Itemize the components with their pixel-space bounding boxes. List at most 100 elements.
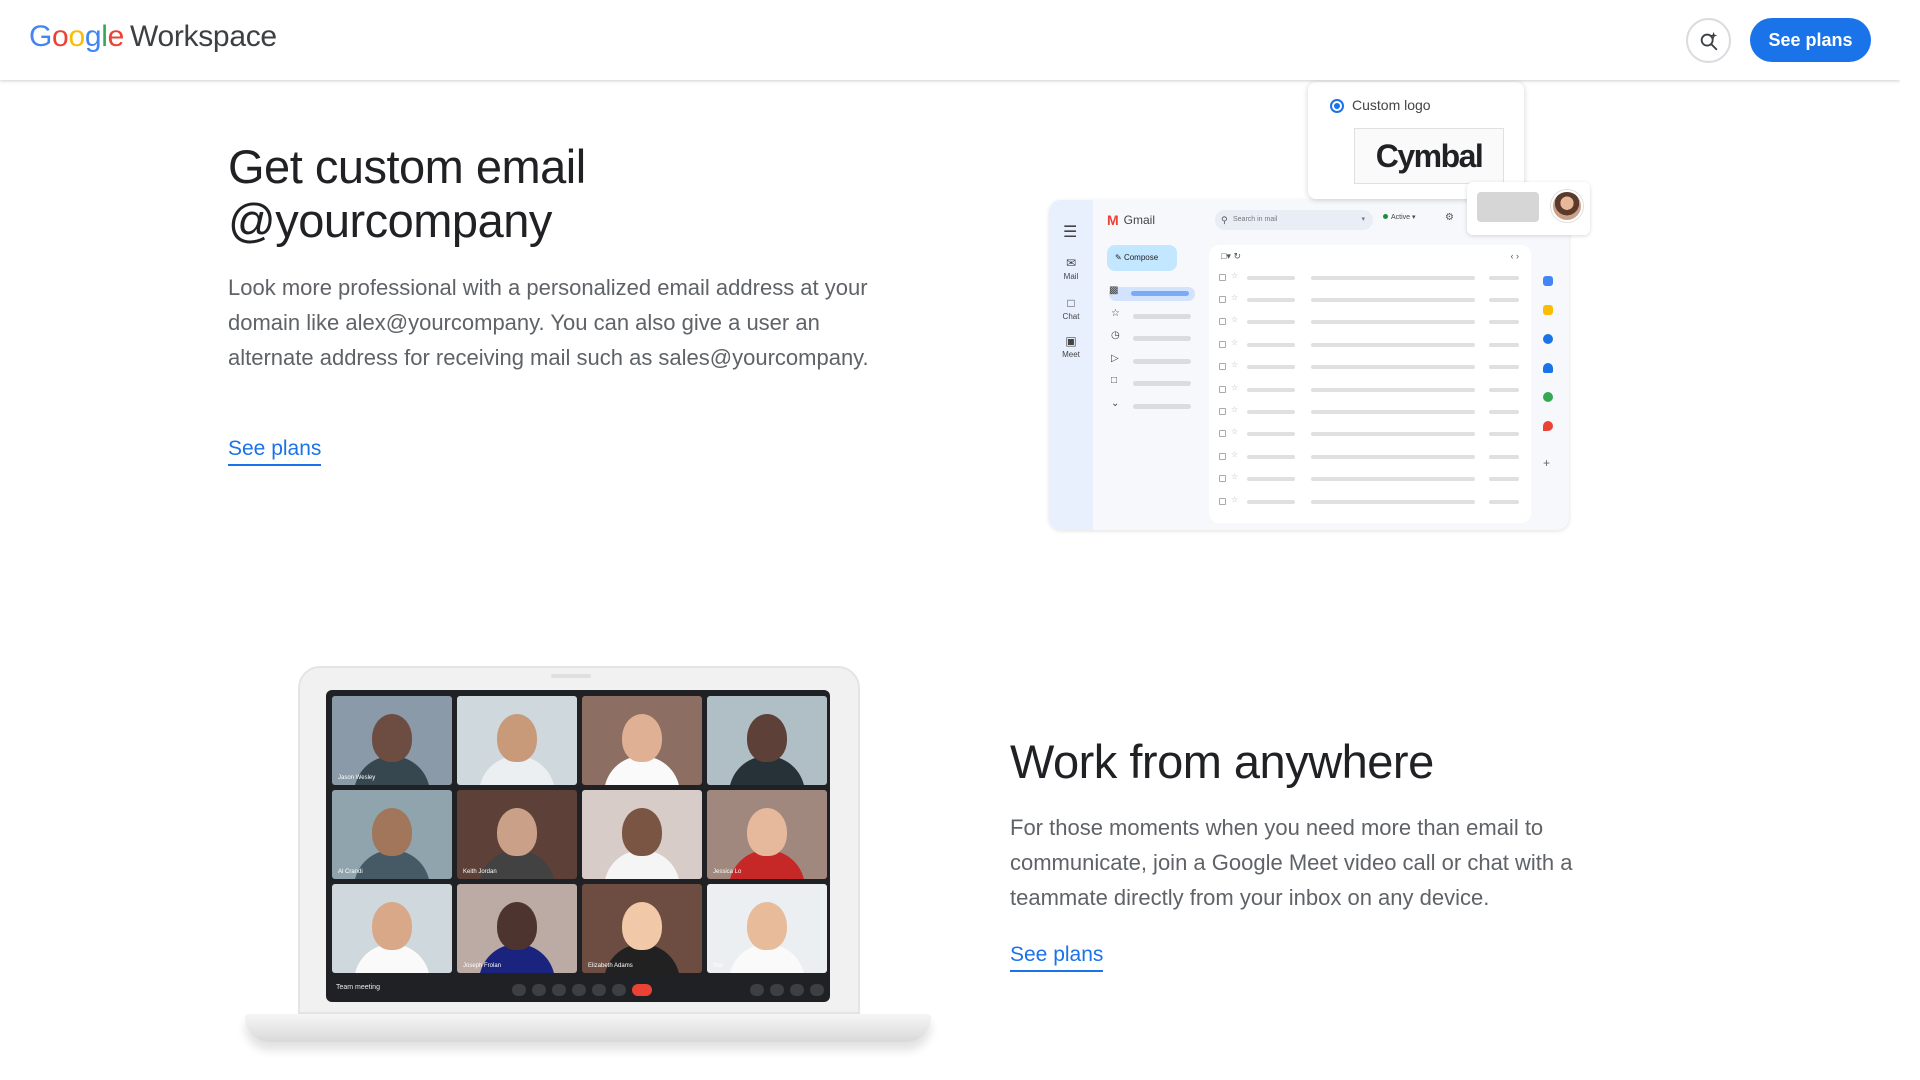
participant-name: Elizabeth Adams xyxy=(588,963,633,969)
nav-more: ⌄ xyxy=(1111,398,1201,412)
participant-face xyxy=(622,808,662,856)
rail-label: Chat xyxy=(1062,312,1080,321)
message-row: ☆ xyxy=(1219,271,1521,283)
tasks-icon xyxy=(1543,334,1553,344)
gmail-app-name: Gmail xyxy=(1123,213,1156,227)
participant-tile xyxy=(582,790,702,879)
participant-tile: Elizabeth Adams xyxy=(582,884,702,973)
people-icon xyxy=(770,984,784,996)
participant-tile: You xyxy=(707,884,827,973)
status-indicator: Active ▾ xyxy=(1383,213,1416,221)
video-icon: ▣ xyxy=(1065,334,1077,348)
tune-icon: ▾ xyxy=(1361,216,1365,223)
participant-name: Jason Wesley xyxy=(338,775,376,781)
participant-tile: Joseph Frolan xyxy=(457,884,577,973)
google-workspace-logo[interactable]: Google Workspace xyxy=(29,20,277,54)
section-anywhere-body: For those moments when you need more tha… xyxy=(1010,815,1573,910)
inbox-icon: ▩ xyxy=(1109,285,1119,296)
rail-item-chat: □ Chat xyxy=(1049,296,1093,321)
message-row: ☆ xyxy=(1219,495,1521,507)
maps-icon xyxy=(1543,421,1553,431)
account-placeholder xyxy=(1477,192,1539,222)
present-icon xyxy=(592,984,606,996)
search-icon: ⚲ xyxy=(1221,215,1228,225)
header-see-plans-button[interactable]: See plans xyxy=(1750,18,1871,62)
contacts-icon xyxy=(1543,363,1553,373)
message-row: ☆ xyxy=(1219,315,1521,327)
activities-icon xyxy=(810,984,824,996)
keep-icon xyxy=(1543,305,1553,315)
search-button[interactable] xyxy=(1686,18,1731,63)
participant-face xyxy=(497,714,537,762)
meet-screen: Jason Wesley Al Crandi Keith Jordan Jessica… xyxy=(326,690,830,1002)
select-all-icon: □▾ ↻ xyxy=(1221,251,1241,261)
gmail-illustration: ☰ ✉ Mail □ Chat ▣ Meet M Gmail ⚲ Search … xyxy=(1049,200,1569,530)
message-row: ☆ xyxy=(1219,472,1521,484)
nav-starred: ☆ xyxy=(1111,308,1201,322)
participant-face xyxy=(747,808,787,856)
message-row: ☆ xyxy=(1219,383,1521,395)
message-row: ☆ xyxy=(1219,338,1521,350)
site-header: Google Workspace See plans xyxy=(0,0,1900,80)
rail-label: Mail xyxy=(1063,272,1079,281)
rail-label: Meet xyxy=(1062,350,1080,359)
phone-icon xyxy=(1543,392,1553,402)
message-row: ☆ xyxy=(1219,450,1521,462)
participant-face xyxy=(497,902,537,950)
raise-hand-icon xyxy=(572,984,586,996)
gmail-logo: M Gmail xyxy=(1107,212,1155,228)
chat-icon xyxy=(790,984,804,996)
custom-logo-label: Custom logo xyxy=(1352,97,1431,113)
participant-name: Al Crandi xyxy=(338,869,363,875)
scrollbar[interactable] xyxy=(1900,0,1920,1080)
status-label: Active xyxy=(1391,214,1411,221)
participant-name: You xyxy=(713,963,724,969)
participant-tile: Jason Wesley xyxy=(332,696,452,785)
chat-icon: □ xyxy=(1067,296,1075,310)
gear-icon: ⚙ xyxy=(1445,212,1454,223)
send-icon: ▷ xyxy=(1111,353,1119,364)
brand-workspace: Workspace xyxy=(129,20,277,53)
laptop-camera xyxy=(551,674,591,678)
participant-name: Jessica Lo xyxy=(713,869,742,875)
participant-face xyxy=(747,714,787,762)
calendar-icon xyxy=(1543,276,1553,286)
participant-face xyxy=(372,902,412,950)
section-email-see-plans-link[interactable]: See plans xyxy=(228,437,322,466)
mail-icon: ✉ xyxy=(1065,256,1077,270)
clock-icon: ◷ xyxy=(1111,330,1120,341)
participant-tile: Jessica Lo xyxy=(707,790,827,879)
participant-name: Joseph Frolan xyxy=(463,963,502,969)
section-anywhere-see-plans-link[interactable]: See plans xyxy=(1010,943,1104,972)
participant-face xyxy=(497,808,537,856)
captions-icon xyxy=(552,984,566,996)
plus-icon: + xyxy=(1543,456,1551,470)
mic-icon xyxy=(512,984,526,996)
rail-item-mail: ✉ Mail xyxy=(1049,256,1093,281)
gmail-m-icon: M xyxy=(1107,212,1119,228)
participant-tile xyxy=(582,696,702,785)
participant-face xyxy=(622,714,662,762)
search-sparkle-icon xyxy=(1700,31,1717,50)
gmail-rail: ☰ ✉ Mail □ Chat ▣ Meet xyxy=(1049,200,1093,530)
cymbal-logo: Cymbal xyxy=(1354,128,1504,184)
participant-tile: Al Crandi xyxy=(332,790,452,879)
section-email-body: Look more professional with a personaliz… xyxy=(228,275,869,370)
participant-face xyxy=(622,902,662,950)
section-anywhere-title: Work from anywhere xyxy=(1010,735,1434,788)
radio-selected-icon xyxy=(1330,99,1344,113)
participant-name: Keith Jordan xyxy=(463,869,497,875)
nav-inbox: ▩ xyxy=(1109,285,1195,301)
laptop-base xyxy=(245,1014,931,1042)
star-icon: ☆ xyxy=(1111,308,1120,319)
avatar xyxy=(1551,190,1583,222)
compose-label: Compose xyxy=(1123,253,1159,262)
message-list: □▾ ↻ ‹ › ☆ ☆ ☆ ☆ ☆ ☆ ☆ ☆ ☆ ☆ ☆ xyxy=(1209,245,1531,523)
draft-icon: □ xyxy=(1111,375,1118,386)
more-options-icon xyxy=(612,984,626,996)
menu-icon: ☰ xyxy=(1063,224,1078,241)
nav-drafts: □ xyxy=(1111,375,1201,389)
participant-tile xyxy=(707,696,827,785)
meet-controls-bar: Team meeting xyxy=(326,978,830,1002)
meeting-title: Team meeting xyxy=(336,984,380,991)
